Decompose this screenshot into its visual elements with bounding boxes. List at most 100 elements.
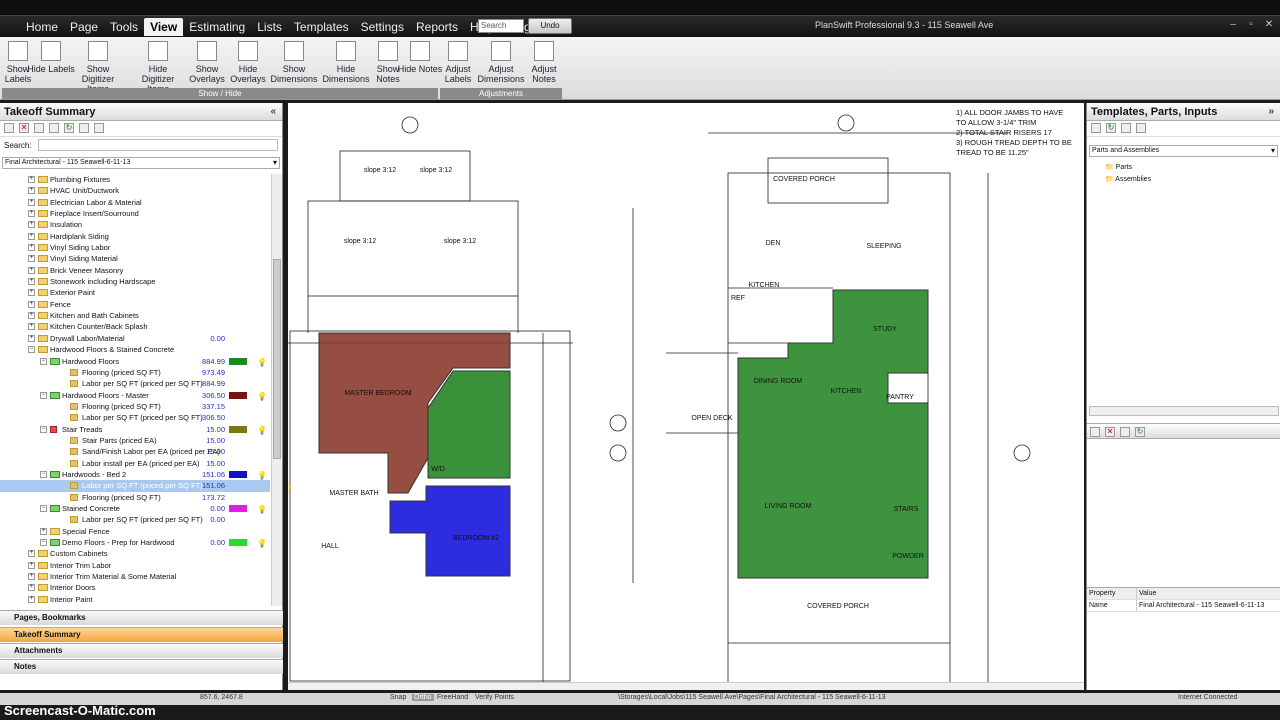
visibility-bulb-icon[interactable]: 💡 [257,391,267,402]
ribbon-button-hide-dimensions[interactable]: Hide Dimensions [322,41,370,84]
expand-toggle-icon[interactable]: − [40,470,47,478]
color-swatch[interactable] [229,425,247,433]
area-main-floor[interactable] [737,289,929,579]
takeoff-scrollbar[interactable] [271,174,282,606]
ribbon-button-hide-overlays[interactable]: Hide Overlays [224,41,272,84]
expand-toggle-icon[interactable]: − [40,539,47,546]
expand-toggle-icon[interactable]: − [40,357,47,365]
expand-toggle-icon[interactable]: + [28,210,35,218]
expand-toggle-icon[interactable]: − [40,391,47,399]
expand-toggle-icon[interactable]: − [40,504,47,512]
color-swatch[interactable] [229,470,247,478]
area-bedroom-2[interactable] [389,485,511,577]
tree-row[interactable]: Flooring (priced SQ FT) 337.15 [0,401,270,412]
tree-row[interactable]: Labor per SQ FT (priced per SQ FT) 884.99 [0,378,270,389]
expand-toggle-icon[interactable]: + [28,312,35,320]
expand-toggle-icon[interactable]: + [28,561,35,569]
canvas-hscrollbar[interactable] [288,682,1084,690]
refresh-icon[interactable]: ↻ [64,123,74,133]
visibility-bulb-icon[interactable]: 💡 [257,470,267,481]
tree-row[interactable]: Sand/Finish Labor per EA (priced per EA)… [0,446,270,457]
expand-toggle-icon[interactable]: + [28,198,35,206]
menu-home[interactable]: Home [20,18,64,36]
parts-hscrollbar[interactable] [1089,406,1279,416]
freehand-toggle[interactable]: FreeHand [437,694,468,701]
new-icon[interactable] [1090,427,1100,437]
tree-row[interactable]: − Hardwoods - Bed 2 151.06 💡 [0,469,270,480]
minimize-icon[interactable]: – [1226,19,1240,31]
tree-row[interactable]: + Interior Trim Labor [0,560,270,571]
accordion-takeoff-summary[interactable]: Takeoff Summary [0,627,283,642]
refresh-icon[interactable]: ↻ [1106,123,1116,133]
menu-estimating[interactable]: Estimating [183,18,251,36]
page-selector-dropdown[interactable]: Final Architectural - 115 Seawell-6-11-1… [2,157,280,169]
visibility-bulb-icon[interactable]: 💡 [257,538,267,549]
tree-row[interactable]: Labor per SQ FT (priced per SQ FT) 151.06 [0,480,270,492]
parts-selector-dropdown[interactable]: Parts and Assemblies [1089,145,1278,157]
color-swatch[interactable] [229,391,247,399]
tree-row[interactable]: + Electrician Labor & Material [0,197,270,208]
tree-row[interactable]: + Interior Paint [0,594,270,604]
undo-button[interactable]: Undo [528,18,572,34]
accordion-pages-bookmarks[interactable]: Pages, Bookmarks [0,610,283,625]
maximize-icon[interactable]: ▫ [1244,19,1258,31]
tree-row[interactable]: + Interior Trim Material & Some Material [0,571,270,582]
menu-lists[interactable]: Lists [251,18,288,36]
expand-toggle-icon[interactable]: + [28,266,35,274]
menu-reports[interactable]: Reports [410,18,464,36]
expand-toggle-icon[interactable]: + [40,527,47,535]
accordion-notes[interactable]: Notes [0,659,283,674]
expand-toggle-icon[interactable]: + [28,323,35,331]
tree-row[interactable]: + HVAC Unit/Ductwork [0,185,270,196]
expand-toggle-icon[interactable]: + [28,550,35,558]
ribbon-button-adjust-dimensions[interactable]: Adjust Dimensions [477,41,525,84]
expand-toggle-icon[interactable]: + [28,244,35,252]
collapse-icon[interactable]: « [270,106,276,117]
menu-templates[interactable]: Templates [288,18,355,36]
expand-toggle-icon[interactable]: + [28,278,35,286]
expand-toggle-icon[interactable]: + [28,334,35,342]
snap-toggle[interactable]: Snap [390,694,406,701]
tree-row[interactable]: + Kitchen and Bath Cabinets [0,310,270,321]
expand-toggle-icon[interactable]: + [28,300,35,308]
ortho-toggle[interactable]: Ortho [412,694,434,701]
tree-row[interactable]: + Drywall Labor/Material 0.00 [0,333,270,344]
menu-settings[interactable]: Settings [355,18,410,36]
accordion-attachments[interactable]: Attachments [0,643,283,658]
ribbon-button-hide-digitizer-items[interactable]: Hide Digitizer Items [134,41,182,94]
tree-row[interactable]: Flooring (priced SQ FT) 973.49 [0,367,270,378]
new-folder-icon[interactable] [1091,123,1101,133]
color-swatch[interactable] [229,539,247,546]
tree-item-assemblies[interactable]: 📁 Assemblies [1105,175,1262,187]
expand-toggle-icon[interactable]: + [28,221,35,229]
expand-toggle-icon[interactable]: − [40,425,47,433]
color-swatch[interactable] [229,504,247,512]
edit-icon[interactable] [1120,427,1130,437]
tree-row[interactable]: + Exterior Paint [0,287,270,298]
grid-icon[interactable] [1121,123,1131,133]
ribbon-button-adjust-labels[interactable]: Adjust Labels [434,41,482,84]
tree-row[interactable]: + Special Fence [0,526,270,537]
collapse-icon[interactable]: » [1268,106,1274,117]
menu-tools[interactable]: Tools [104,18,144,36]
expand-toggle-icon[interactable]: + [28,176,35,183]
scrollbar-thumb[interactable] [273,259,281,459]
menu-view[interactable]: View [144,18,184,36]
tree-item-parts[interactable]: 📁 Parts [1105,163,1262,175]
plan-canvas[interactable]: MASTER BEDROOM BEDROOM #2 STUDY DINING R… [288,103,1084,690]
copy-icon[interactable] [34,123,44,133]
expand-toggle-icon[interactable]: + [28,232,35,240]
expand-toggle-icon[interactable]: − [28,346,35,354]
ribbon-button-show-dimensions[interactable]: Show Dimensions [270,41,318,84]
tree-row[interactable]: + Vinyl Siding Material [0,253,270,264]
tree-row[interactable]: + Custom Cabinets [0,548,270,559]
ribbon-button-hide-labels[interactable]: Hide Labels [27,41,75,74]
tree-row[interactable]: + Brick Veneer Masonry [0,265,270,276]
expand-toggle-icon[interactable]: + [28,573,35,581]
expand-toggle-icon[interactable]: + [28,255,35,263]
property-row[interactable]: Name Final Architectural - 115 Seawell-6-… [1087,600,1280,612]
tree-row[interactable]: Labor install per EA (priced per EA) 15.0… [0,458,270,469]
visibility-bulb-icon[interactable]: 💡 [257,357,267,368]
close-icon[interactable]: ✕ [1262,19,1276,31]
tree-row[interactable]: + Insulation [0,219,270,230]
